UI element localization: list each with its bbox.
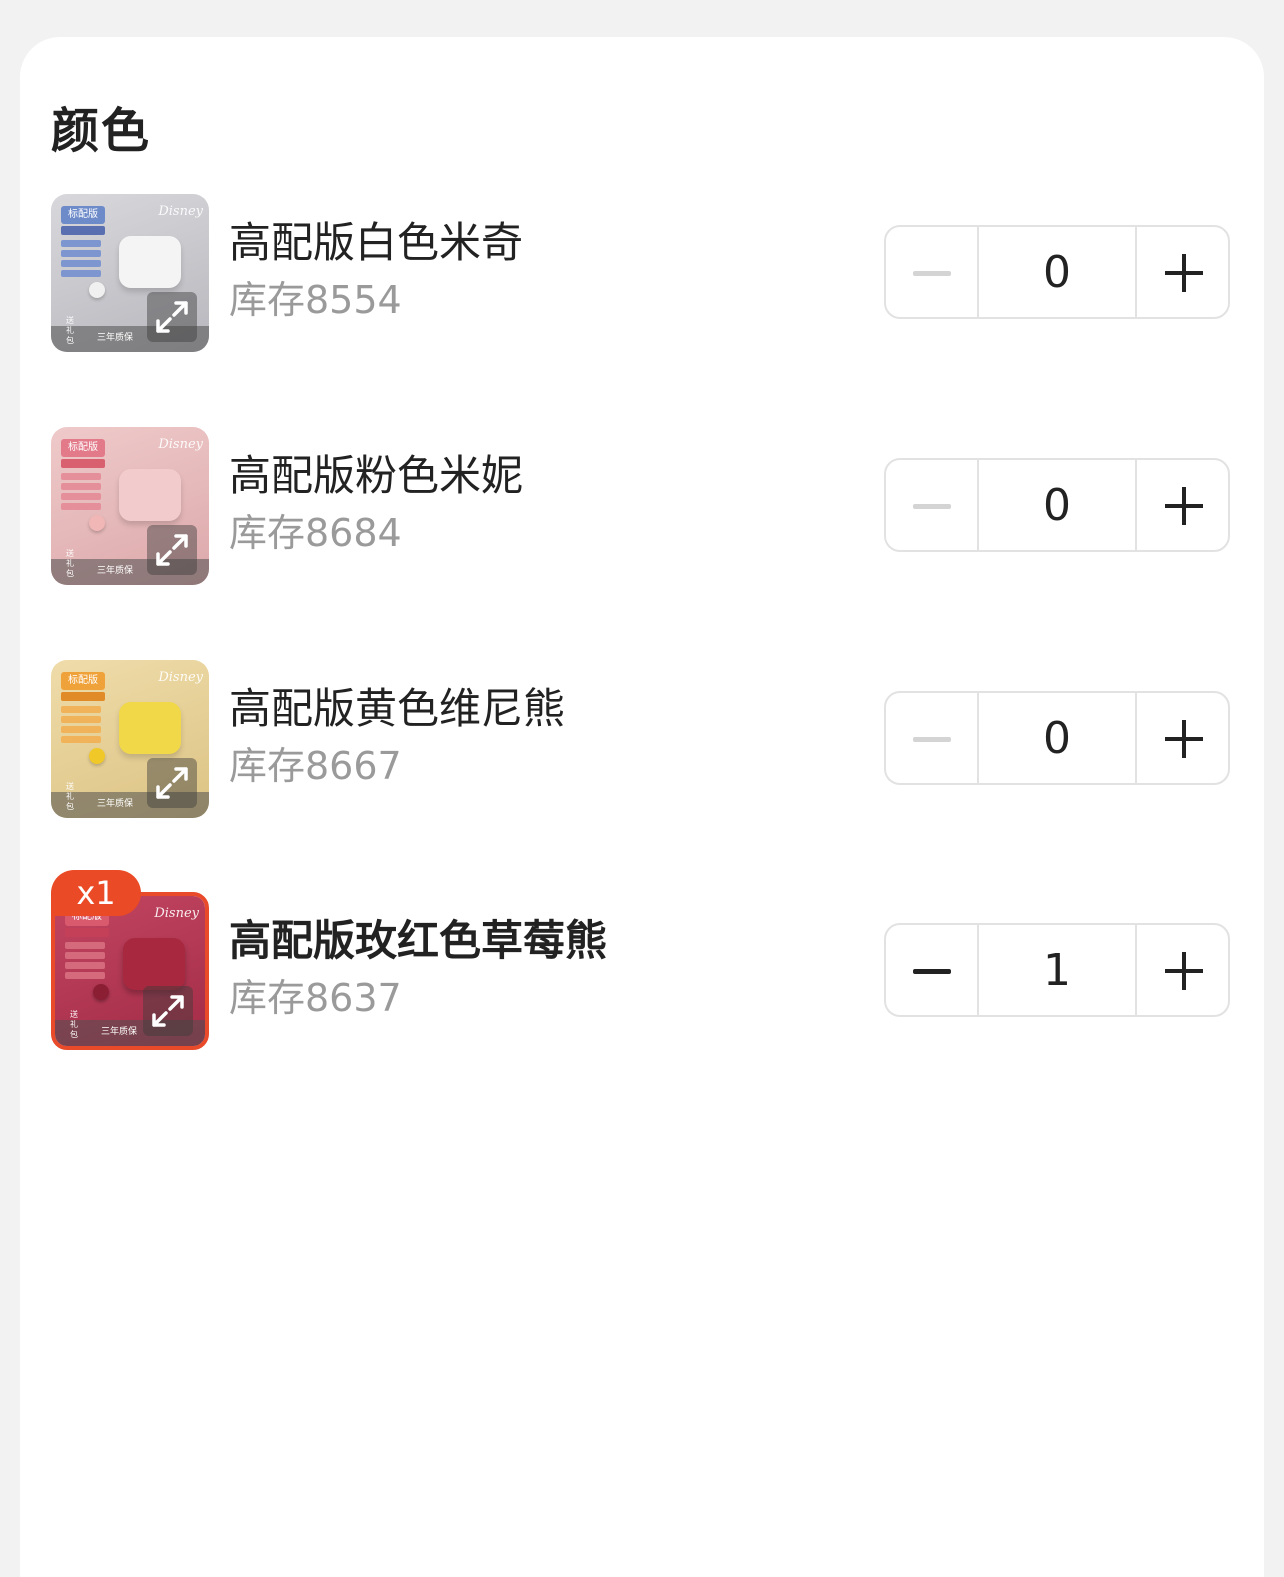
gift-label: 送礼包 [66,549,74,578]
sku-name: 高配版粉色米妮 [229,451,524,500]
quantity-value[interactable]: 0 [977,693,1137,783]
earbud-case-image [119,236,181,288]
gift-label: 送礼包 [66,782,74,811]
expand-icon[interactable] [147,525,197,575]
thumbnail-tag-sub [61,226,105,235]
warranty-label: 三年质保 [97,566,134,576]
gift-label: 送礼包 [66,316,74,345]
sku-row[interactable]: 标配版 Disney 三年质保 送礼包 高配版粉色米妮 库存8684 0 [20,427,1264,587]
disney-logo: Disney [158,670,203,685]
disney-logo: Disney [154,906,199,921]
sku-stock: 库存8684 [229,511,402,555]
thumbnail-tag-sub [61,692,105,701]
quantity-stepper[interactable]: 0 [884,458,1230,552]
sku-stock: 库存8554 [229,278,402,322]
expand-icon[interactable] [147,758,197,808]
expand-icon[interactable] [143,986,193,1036]
sku-sheet: 颜色 标配版 Disney 三年质保 送礼包 高配版白色米奇 库存8554 0 … [20,37,1264,1577]
minus-icon [913,271,951,276]
earbud-case-image [119,469,181,521]
decrease-button[interactable] [886,460,977,550]
sku-name: 高配版黄色维尼熊 [229,684,566,733]
section-title: 颜色 [51,103,152,159]
sku-stock: 库存8667 [229,744,402,788]
disney-logo: Disney [158,204,203,219]
product-thumbnail[interactable]: 标配版 Disney 三年质保 送礼包 [51,427,209,585]
quantity-stepper[interactable]: 0 [884,691,1230,785]
sku-stock: 库存8637 [229,976,402,1020]
thumbnail-tag: 标配版 [61,206,105,224]
thumbnail-tag-sub [61,459,105,468]
disney-logo: Disney [158,437,203,452]
decor-ball [89,748,105,764]
product-thumbnail[interactable]: 标配版 Disney 三年质保 送礼包 [51,660,209,818]
sku-name: 高配版玫红色草莓熊 [229,916,608,965]
warranty-label: 三年质保 [97,333,134,343]
decrease-button[interactable] [886,925,977,1015]
thumbnail-tag-sub [65,928,109,937]
minus-icon [913,969,951,974]
decor-ball [89,282,105,298]
increase-button[interactable] [1137,227,1228,317]
quantity-value[interactable]: 0 [977,227,1137,317]
sku-name: 高配版白色米奇 [229,218,524,267]
quantity-badge: x1 [51,870,141,916]
decrease-button[interactable] [886,693,977,783]
warranty-label: 三年质保 [97,799,134,809]
earbud-case-image [119,702,181,754]
increase-button[interactable] [1137,693,1228,783]
quantity-value[interactable]: 0 [977,460,1137,550]
quantity-stepper[interactable]: 0 [884,225,1230,319]
increase-button[interactable] [1137,460,1228,550]
expand-icon[interactable] [147,292,197,342]
quantity-value[interactable]: 1 [977,925,1137,1015]
gift-label: 送礼包 [70,1010,78,1039]
earbud-case-image [123,938,185,990]
quantity-stepper[interactable]: 1 [884,923,1230,1017]
warranty-label: 三年质保 [101,1027,138,1037]
decrease-button[interactable] [886,227,977,317]
thumbnail-tag: 标配版 [61,439,105,457]
increase-button[interactable] [1137,925,1228,1015]
decor-ball [93,984,109,1000]
decor-ball [89,515,105,531]
minus-icon [913,504,951,509]
sku-row[interactable]: 标配版 Disney 三年质保 送礼包 高配版白色米奇 库存8554 0 [20,194,1264,354]
sku-row[interactable]: 标配版 Disney 三年质保 送礼包 高配版黄色维尼熊 库存8667 0 [20,660,1264,820]
sku-row-selected[interactable]: x1 标配版 Disney 三年质保 送礼包 高配版玫红色草莓熊 库存8637 [20,870,1264,1052]
thumbnail-tag: 标配版 [61,672,105,690]
product-thumbnail[interactable]: 标配版 Disney 三年质保 送礼包 [51,194,209,352]
minus-icon [913,737,951,742]
